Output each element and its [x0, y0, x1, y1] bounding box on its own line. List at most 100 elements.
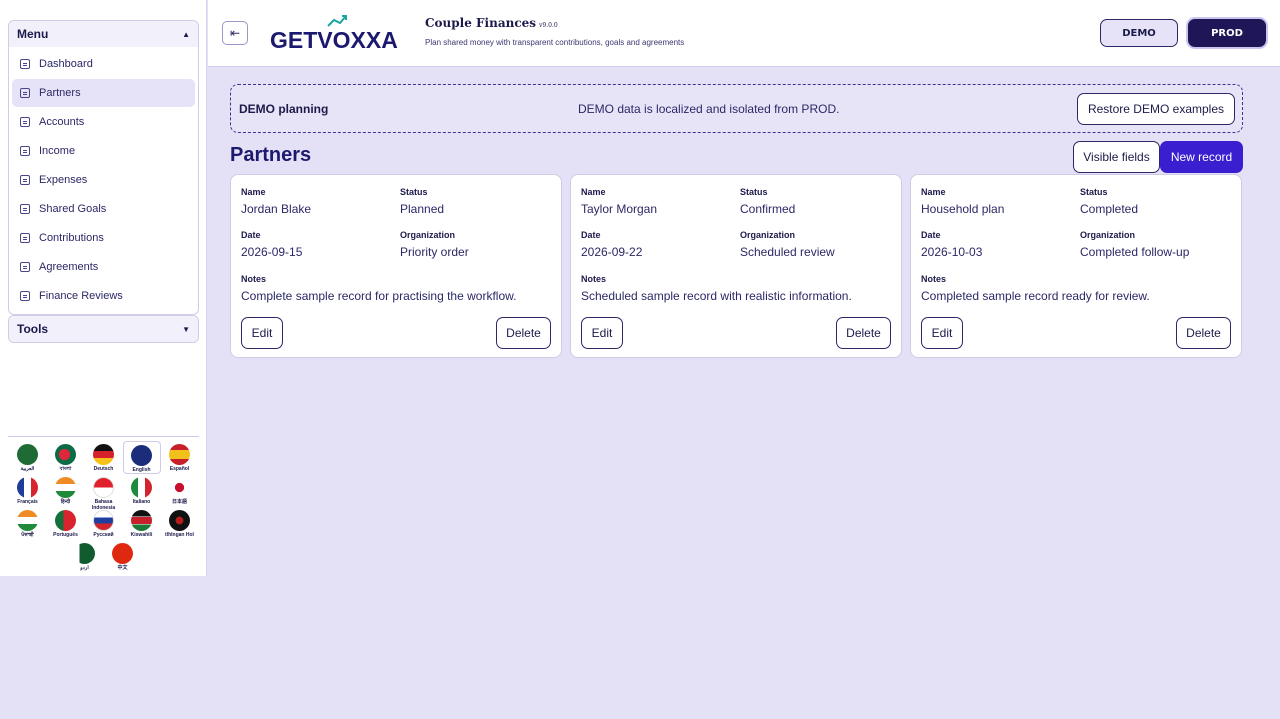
sidebar-item-accounts[interactable]: Accounts	[12, 108, 195, 136]
edit-button[interactable]: Edit	[921, 317, 963, 349]
sidebar-item-income[interactable]: Income	[12, 137, 195, 165]
field-value: Jordan Blake	[241, 202, 312, 216]
record-card: Name Jordan Blake Status Planned Date 2026-…	[230, 174, 562, 358]
sidebar-item-label: Income	[39, 145, 76, 157]
lang-hindi[interactable]: हिन्दी	[47, 474, 85, 507]
restore-demo-button[interactable]: Restore DEMO examples	[1076, 93, 1235, 125]
tools-title: Tools	[17, 322, 49, 336]
field-value: Completed follow-up	[1080, 245, 1190, 259]
date-field: Date 2026-10-03	[921, 230, 982, 259]
japan-flag-icon	[169, 477, 190, 498]
lang-label: Español	[169, 466, 190, 472]
field-value: Completed sample record ready for review…	[921, 289, 1150, 303]
lang-urdu[interactable]: اردو	[66, 540, 104, 573]
delete-button[interactable]: Delete	[496, 317, 551, 349]
tools-panel: Tools ▼	[8, 315, 199, 343]
field-label: Notes	[581, 274, 607, 284]
field-value: 2026-09-22	[581, 245, 643, 259]
lang-label: Русский	[93, 532, 114, 538]
lang-swahili[interactable]: Kiswahili	[123, 507, 161, 540]
lang-klingon[interactable]: tlhIngan Hol	[161, 507, 199, 540]
edit-button[interactable]: Edit	[581, 317, 623, 349]
lang-label: اردو	[80, 565, 89, 571]
list-icon	[20, 204, 30, 214]
app-version: v9.0.0	[539, 22, 558, 29]
field-label: Status	[740, 187, 768, 197]
lang-label: 中文	[117, 565, 128, 571]
india-flag-icon	[17, 510, 38, 531]
lang-indonesian[interactable]: Bahasa Indonesia	[85, 474, 123, 511]
lang-french[interactable]: Français	[9, 474, 47, 507]
collapse-sidebar-button[interactable]: ⇤	[222, 21, 248, 45]
notes-field: Notes Completed sample record ready for r…	[921, 274, 1150, 303]
lang-italian[interactable]: Italiano	[123, 474, 161, 507]
lang-spanish[interactable]: Español	[161, 441, 199, 474]
field-label: Date	[581, 230, 601, 240]
organization-field: Organization Completed follow-up	[1080, 230, 1189, 259]
tools-panel-header[interactable]: Tools ▼	[9, 316, 198, 342]
field-label: Organization	[1080, 230, 1136, 240]
demo-mode-button[interactable]: DEMO	[1100, 19, 1178, 47]
lang-portuguese[interactable]: Português	[47, 507, 85, 540]
list-icon	[20, 117, 30, 127]
france-flag-icon	[17, 477, 38, 498]
sidebar-item-label: Accounts	[39, 116, 85, 128]
delete-button[interactable]: Delete	[1176, 317, 1231, 349]
delete-button[interactable]: Delete	[836, 317, 891, 349]
lang-label: 日本語	[171, 499, 187, 505]
china-flag-icon	[112, 543, 133, 564]
top-header: ⇤ GETVOXXA Couple Finances v9.0.0 Plan sh…	[208, 0, 1280, 67]
sidebar-item-agreements[interactable]: Agreements	[12, 253, 195, 281]
lang-label: tlhIngan Hol	[165, 532, 194, 538]
lang-punjabi[interactable]: ਪੰਜਾਬੀ	[9, 507, 47, 540]
field-value: Priority order	[400, 245, 469, 259]
logo-text: GETVOXXA	[270, 27, 398, 53]
brand-logo: GETVOXXA	[270, 15, 398, 53]
lang-chinese[interactable]: 中文	[104, 540, 142, 573]
field-label: Organization	[400, 230, 456, 240]
menu-panel-header[interactable]: Menu ▲	[9, 21, 198, 47]
sidebar-item-dashboard[interactable]: Dashboard	[12, 50, 195, 78]
lang-label: हिन्दी	[60, 499, 71, 505]
lang-russian[interactable]: Русский	[85, 507, 123, 540]
name-field: Name Taylor Morgan	[581, 187, 657, 216]
field-value: Completed	[1080, 202, 1139, 216]
bangladesh-flag-icon	[55, 444, 76, 465]
sidebar-item-label: Contributions	[39, 232, 104, 244]
list-icon	[20, 146, 30, 156]
field-value: Taylor Morgan	[581, 202, 658, 216]
field-label: Status	[1080, 187, 1108, 197]
lang-german[interactable]: Deutsch	[85, 441, 123, 474]
sidebar-item-partners[interactable]: Partners	[12, 79, 195, 107]
lang-label: English	[132, 467, 151, 473]
app-title-text: Couple Finances	[425, 16, 537, 30]
field-label: Organization	[740, 230, 796, 240]
field-label: Name	[241, 187, 266, 197]
prod-mode-button[interactable]: PROD	[1188, 19, 1266, 47]
field-label: Date	[241, 230, 261, 240]
portugal-flag-icon	[55, 510, 76, 531]
sidebar-item-finance-reviews[interactable]: Finance Reviews	[12, 282, 195, 310]
menu-panel: Menu ▲ Dashboard Partners Accounts Incom…	[8, 20, 199, 315]
lang-english[interactable]: English	[122, 441, 161, 474]
lang-arabic[interactable]: العربية	[9, 441, 47, 474]
saudi-arabia-flag-icon	[17, 444, 38, 465]
lang-bengali[interactable]: বাংলা	[47, 441, 85, 474]
lang-label: বাংলা	[59, 466, 72, 472]
field-value: 2026-09-15	[241, 245, 303, 259]
lang-label: Português	[53, 532, 78, 538]
lang-label: Italiano	[132, 499, 151, 505]
sidebar-item-contributions[interactable]: Contributions	[12, 224, 195, 252]
edit-button[interactable]: Edit	[241, 317, 283, 349]
sidebar-item-label: Dashboard	[39, 58, 93, 70]
lang-japanese[interactable]: 日本語	[161, 474, 199, 507]
sidebar-item-shared-goals[interactable]: Shared Goals	[12, 195, 195, 223]
klingon-flag-icon	[169, 510, 190, 531]
sidebar-item-label: Finance Reviews	[39, 290, 123, 302]
visible-fields-button[interactable]: Visible fields	[1073, 141, 1160, 173]
sidebar-item-expenses[interactable]: Expenses	[12, 166, 195, 194]
new-record-button[interactable]: New record	[1160, 141, 1243, 173]
sidebar: Menu ▲ Dashboard Partners Accounts Incom…	[0, 0, 207, 576]
list-icon	[20, 59, 30, 69]
record-card: Name Taylor Morgan Status Confirmed Date 20…	[570, 174, 902, 358]
